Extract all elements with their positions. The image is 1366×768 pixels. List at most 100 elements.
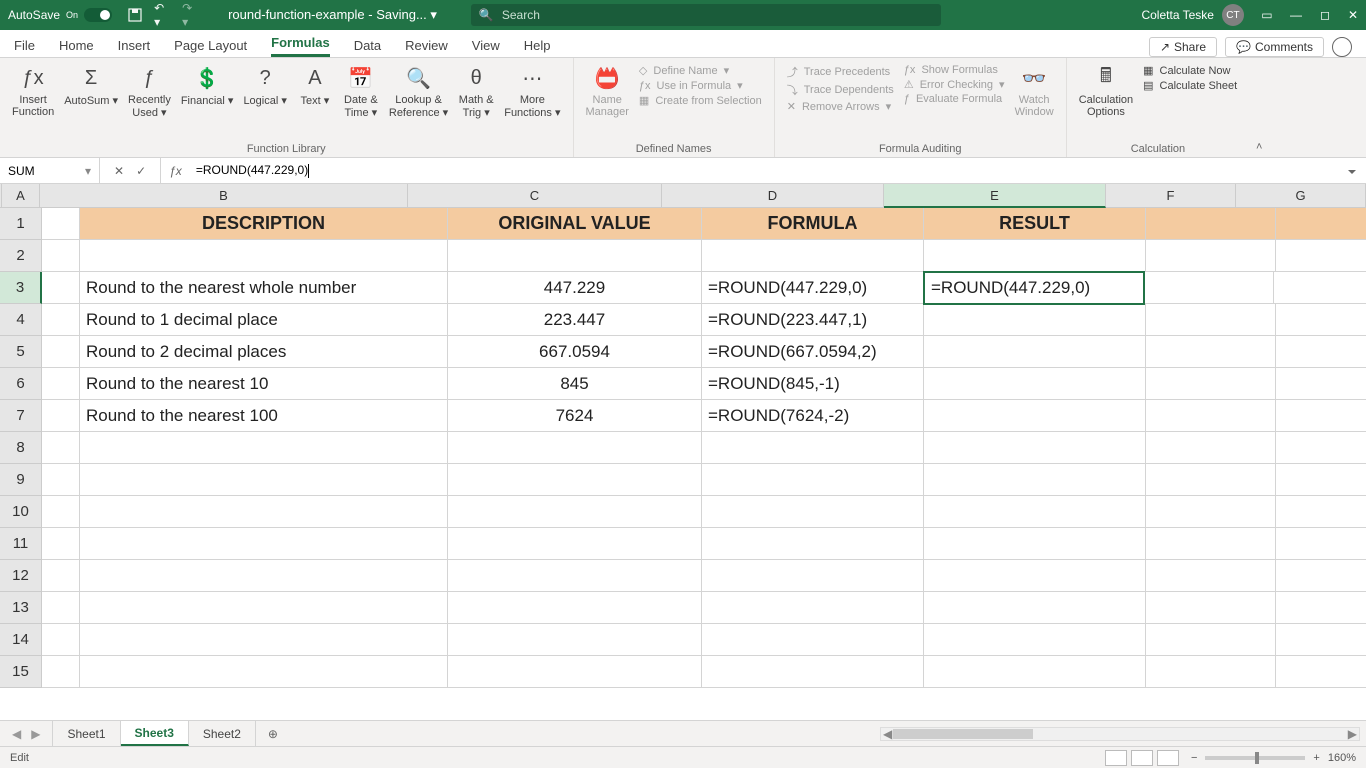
fn-recently-used-button[interactable]: ƒRecently Used ▾	[124, 62, 175, 121]
cell-E6[interactable]	[924, 368, 1146, 400]
cell-G13[interactable]	[1276, 592, 1366, 624]
cell-D1[interactable]: FORMULA	[702, 208, 924, 240]
cell-E7[interactable]	[924, 400, 1146, 432]
row-header-9[interactable]: 9	[0, 464, 42, 496]
page-layout-view-icon[interactable]	[1131, 750, 1153, 766]
fx-icon[interactable]: ƒx	[161, 164, 190, 178]
cell-E11[interactable]	[924, 528, 1146, 560]
calculation-options-button[interactable]: 🖩Calculation Options	[1075, 62, 1137, 120]
cell-G11[interactable]	[1276, 528, 1366, 560]
cell-D5[interactable]: =ROUND(667.0594,2)	[702, 336, 924, 368]
row-header-1[interactable]: 1	[0, 208, 42, 240]
cell-A11[interactable]	[42, 528, 80, 560]
share-button[interactable]: ↗Share	[1149, 37, 1217, 57]
cell-F12[interactable]	[1146, 560, 1276, 592]
tab-home[interactable]: Home	[59, 38, 94, 57]
select-all-corner[interactable]	[0, 184, 2, 208]
col-header-D[interactable]: D	[662, 184, 884, 208]
fn-date-time-button[interactable]: 📅Date & Time ▾	[339, 62, 383, 121]
cell-E9[interactable]	[924, 464, 1146, 496]
fn-more-functions-button[interactable]: ⋯More Functions ▾	[500, 62, 564, 121]
name-manager-button[interactable]: 📛Name Manager	[582, 62, 633, 120]
error-checking-button[interactable]: ⚠Error Checking ▾	[904, 78, 1005, 91]
cell-B12[interactable]	[80, 560, 448, 592]
cell-C8[interactable]	[448, 432, 702, 464]
comments-button[interactable]: 💬Comments	[1225, 37, 1324, 57]
cell-B15[interactable]	[80, 656, 448, 688]
cell-A12[interactable]	[42, 560, 80, 592]
cell-G12[interactable]	[1276, 560, 1366, 592]
cell-G7[interactable]	[1276, 400, 1366, 432]
cell-A9[interactable]	[42, 464, 80, 496]
cell-G2[interactable]	[1276, 240, 1366, 272]
cell-D8[interactable]	[702, 432, 924, 464]
cell-A3[interactable]	[42, 272, 80, 304]
row-header-12[interactable]: 12	[0, 560, 42, 592]
normal-view-icon[interactable]	[1105, 750, 1127, 766]
sheet-nav[interactable]: ◀▶	[0, 721, 53, 746]
sheet-tab-sheet3[interactable]: Sheet3	[121, 721, 189, 746]
tab-insert[interactable]: Insert	[118, 38, 151, 57]
row-header-10[interactable]: 10	[0, 496, 42, 528]
page-break-view-icon[interactable]	[1157, 750, 1179, 766]
row-header-15[interactable]: 15	[0, 656, 42, 688]
cell-A7[interactable]	[42, 400, 80, 432]
cell-A13[interactable]	[42, 592, 80, 624]
fn-insert-function-button[interactable]: ƒxInsert Function	[8, 62, 58, 120]
tab-view[interactable]: View	[472, 38, 500, 57]
cell-C5[interactable]: 667.0594	[448, 336, 702, 368]
define-name-button[interactable]: ◇Define Name ▾	[639, 64, 762, 77]
scroll-right-icon[interactable]: ▶	[1348, 727, 1357, 741]
watch-window-button[interactable]: 👓Watch Window	[1011, 62, 1058, 120]
cell-F2[interactable]	[1146, 240, 1276, 272]
cell-A4[interactable]	[42, 304, 80, 336]
zoom-slider[interactable]	[1205, 756, 1305, 760]
row-header-7[interactable]: 7	[0, 400, 42, 432]
cell-C9[interactable]	[448, 464, 702, 496]
cell-A2[interactable]	[42, 240, 80, 272]
cell-F6[interactable]	[1146, 368, 1276, 400]
cell-D6[interactable]: =ROUND(845,-1)	[702, 368, 924, 400]
cancel-formula-icon[interactable]: ✕	[114, 164, 124, 178]
cell-G5[interactable]	[1276, 336, 1366, 368]
chevron-down-icon[interactable]: ▾	[85, 164, 91, 178]
cell-C2[interactable]	[448, 240, 702, 272]
cell-F7[interactable]	[1146, 400, 1276, 432]
cell-C15[interactable]	[448, 656, 702, 688]
autosave-toggle[interactable]: AutoSave On	[8, 8, 112, 22]
tab-help[interactable]: Help	[524, 38, 551, 57]
cell-F8[interactable]	[1146, 432, 1276, 464]
cell-B8[interactable]	[80, 432, 448, 464]
add-sheet-button[interactable]: ⊕	[256, 721, 290, 746]
close-icon[interactable]: ✕	[1348, 8, 1358, 22]
cell-C7[interactable]: 7624	[448, 400, 702, 432]
enter-formula-icon[interactable]: ✓	[136, 164, 146, 178]
cell-D13[interactable]	[702, 592, 924, 624]
cell-F4[interactable]	[1146, 304, 1276, 336]
cell-F10[interactable]	[1146, 496, 1276, 528]
cell-B5[interactable]: Round to 2 decimal places	[80, 336, 448, 368]
fn-math-trig-button[interactable]: θMath & Trig ▾	[454, 62, 498, 121]
search-input[interactable]: 🔍 Search	[471, 4, 941, 26]
cell-E12[interactable]	[924, 560, 1146, 592]
fn-lookup-reference-button[interactable]: 🔍Lookup & Reference ▾	[385, 62, 452, 121]
row-header-2[interactable]: 2	[0, 240, 42, 272]
cell-B6[interactable]: Round to the nearest 10	[80, 368, 448, 400]
cell-E3[interactable]: =ROUND(447.229,0)	[923, 271, 1145, 305]
formula-input[interactable]: =ROUND(447.229,0)	[190, 163, 1366, 178]
cell-C12[interactable]	[448, 560, 702, 592]
cell-D9[interactable]	[702, 464, 924, 496]
cell-D11[interactable]	[702, 528, 924, 560]
cell-G3[interactable]	[1274, 272, 1366, 304]
undo-icon[interactable]: ↶ ▾	[154, 6, 172, 24]
cell-F3[interactable]	[1144, 272, 1274, 304]
cell-A10[interactable]	[42, 496, 80, 528]
row-header-13[interactable]: 13	[0, 592, 42, 624]
spreadsheet-grid[interactable]: DESCRIPTIONORIGINAL VALUEFORMULARESULTRo…	[42, 208, 1366, 720]
cell-C14[interactable]	[448, 624, 702, 656]
name-box[interactable]: SUM▾	[0, 158, 100, 183]
tab-page-layout[interactable]: Page Layout	[174, 38, 247, 57]
cell-C4[interactable]: 223.447	[448, 304, 702, 336]
cell-E14[interactable]	[924, 624, 1146, 656]
remove-arrows-button[interactable]: ✕Remove Arrows ▾	[787, 100, 894, 113]
